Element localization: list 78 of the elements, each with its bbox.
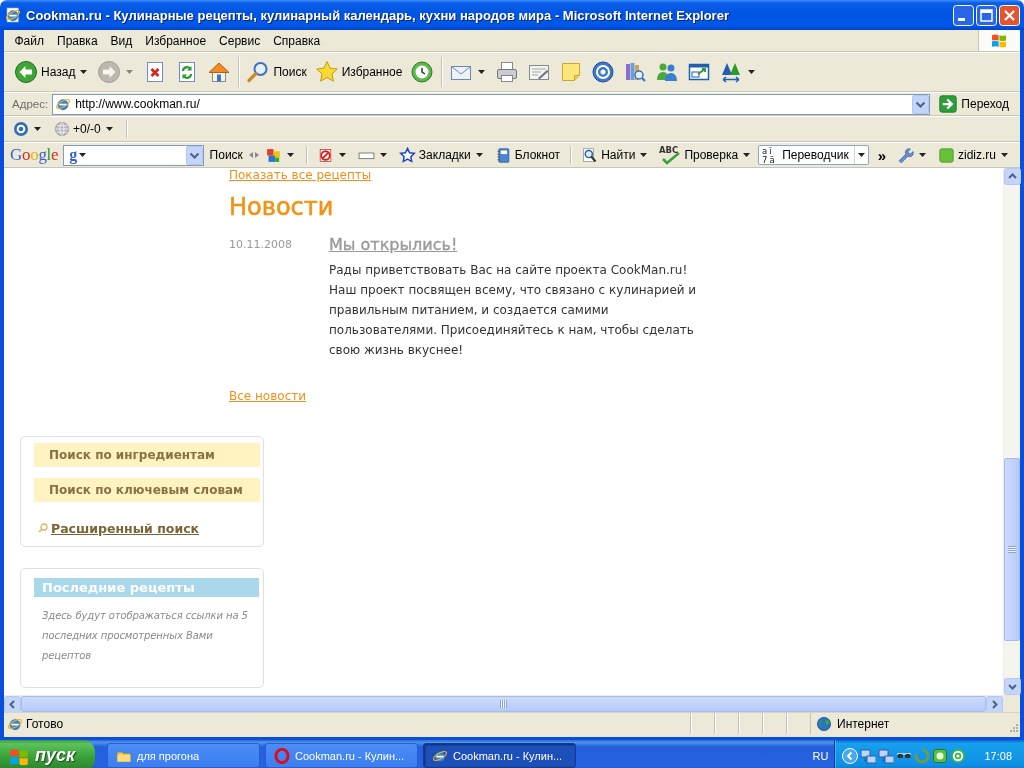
clock: 17:08 bbox=[984, 749, 1012, 762]
back-button[interactable]: Назад bbox=[10, 57, 94, 87]
news-date: 10.11.2008 bbox=[229, 237, 293, 253]
magnifier-page-icon bbox=[581, 146, 599, 164]
advanced-search-link[interactable]: Расширенный поиск bbox=[51, 520, 200, 536]
books-icon bbox=[623, 60, 648, 84]
taskbar-button[interactable]: Cookman.ru - Кулин... bbox=[265, 743, 418, 768]
chevron-button[interactable] bbox=[842, 747, 859, 764]
menu-item[interactable]: Сервис bbox=[212, 30, 267, 51]
star-icon bbox=[314, 60, 339, 84]
site-button[interactable]: zidiz.ru bbox=[934, 143, 1014, 167]
status-text: Готово bbox=[26, 716, 64, 731]
maximize-button[interactable] bbox=[976, 4, 997, 26]
engine-menu-button[interactable]: g bbox=[66, 146, 90, 164]
spellcheck-button[interactable]: ABC Проверка bbox=[655, 142, 757, 168]
scroll-up-button[interactable] bbox=[1004, 168, 1021, 185]
url-text: http://www.cookman.ru/ bbox=[75, 97, 201, 111]
go-button[interactable]: Переход bbox=[934, 94, 1016, 114]
panel-heading: Последние рецепты bbox=[34, 578, 259, 597]
menu-item[interactable]: Файл bbox=[8, 30, 51, 51]
search-tab[interactable]: Поиск по ингредиентам bbox=[34, 443, 260, 467]
taskbar-button[interactable]: Cookman.ru - Кулин... bbox=[423, 743, 576, 768]
ring-icon[interactable] bbox=[950, 747, 967, 764]
blocks-icon bbox=[264, 146, 282, 164]
disc-icon bbox=[591, 60, 616, 84]
notebook-button[interactable]: Блокнот bbox=[490, 143, 565, 167]
toolbar-logo[interactable]: Google bbox=[10, 145, 59, 165]
browser-icon bbox=[5, 7, 21, 23]
resize-grip-icon[interactable] bbox=[1008, 722, 1018, 732]
star-icon bbox=[398, 146, 416, 164]
printer-icon bbox=[495, 60, 520, 84]
search-field[interactable]: g bbox=[63, 144, 204, 166]
menu-item[interactable]: Справка bbox=[266, 30, 327, 51]
scroll-down-button[interactable] bbox=[1004, 678, 1021, 695]
house-icon bbox=[207, 60, 232, 84]
network-icon[interactable] bbox=[878, 747, 895, 764]
network-icon[interactable] bbox=[860, 747, 877, 764]
translate-icon: aĭ 7ä bbox=[762, 146, 780, 164]
window-title: Cookman.ru - Кулинарные рецепты, кулинарный календарь, кухни народов мира - Microsoft Internet Explorer bbox=[26, 7, 730, 23]
address-field[interactable]: http://www.cookman.ru/ bbox=[52, 93, 931, 115]
menu-item[interactable]: Избранное bbox=[138, 30, 213, 51]
minimize-button[interactable] bbox=[953, 4, 974, 26]
browser-icon bbox=[55, 96, 72, 112]
bookmarks-button[interactable]: Закладки bbox=[394, 143, 489, 167]
find-button[interactable]: Найти bbox=[577, 143, 654, 167]
square-icon[interactable] bbox=[932, 747, 949, 764]
scroll-thumb[interactable] bbox=[1004, 458, 1020, 641]
address-label: Адрес: bbox=[12, 98, 49, 110]
globe-icon bbox=[54, 121, 70, 137]
wrench-icon bbox=[897, 146, 914, 164]
square-icon bbox=[938, 146, 955, 164]
caret-icon bbox=[79, 153, 87, 157]
magnifier-icon bbox=[38, 523, 48, 533]
scroll-right-button[interactable] bbox=[986, 696, 1003, 713]
target-icon bbox=[13, 121, 29, 137]
panel-text: Здесь будут отображаться ссылки на 5 последних просмотренных Вами рецептов bbox=[42, 609, 249, 663]
ring-icon bbox=[274, 747, 290, 764]
globe-button[interactable]: +0/-0 bbox=[50, 118, 119, 140]
vertical-scrollbar[interactable] bbox=[1003, 168, 1020, 695]
dropdown-button[interactable] bbox=[185, 145, 203, 165]
search-button[interactable]: Поиск bbox=[242, 57, 311, 87]
menu-item[interactable]: Вид bbox=[104, 30, 139, 51]
search-tab[interactable]: Поиск по ключевым словам bbox=[34, 478, 260, 502]
language-indicator[interactable]: RU bbox=[806, 749, 835, 762]
search-button[interactable]: Поиск bbox=[205, 145, 247, 165]
menu-item[interactable]: Правка bbox=[50, 30, 105, 51]
notebook-icon bbox=[494, 146, 512, 164]
news-text: Рады приветствовать Вас на сайте проекта CookMan.ru! Наш проект посвящен всему, что связано с кулинарией и правильным питанием, и создается самими пользователями. Присоединяйтесь к нам, чтобы сделать свою жизнь вкуснее! bbox=[329, 262, 698, 359]
taskbar-button[interactable]: для прогона bbox=[107, 743, 260, 768]
drag-handle-icon[interactable] bbox=[248, 151, 259, 159]
dropdown-button[interactable] bbox=[912, 94, 930, 114]
scroll-left-button[interactable] bbox=[4, 696, 21, 713]
more-button[interactable]: » bbox=[872, 145, 891, 165]
section-heading: Новости bbox=[229, 192, 334, 222]
close-button[interactable] bbox=[999, 4, 1020, 26]
favorites-button[interactable]: Избранное bbox=[310, 57, 407, 87]
zone-text: Интернет bbox=[837, 716, 890, 731]
globe-icon bbox=[816, 715, 832, 732]
